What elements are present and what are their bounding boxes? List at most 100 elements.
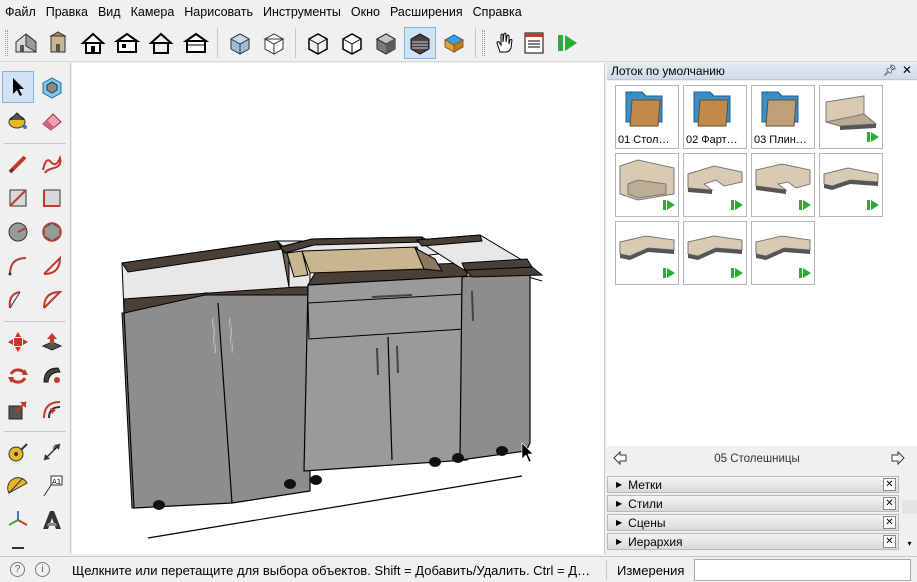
toolbar-grip[interactable]: [482, 30, 485, 56]
menu-extensions[interactable]: Расширения: [389, 0, 470, 24]
menu-camera[interactable]: Камера: [130, 0, 182, 24]
menu-draw[interactable]: Нарисовать: [183, 0, 260, 24]
status-bar: ? i Щелкните или перетащите для выбора о…: [0, 556, 917, 582]
menu-help[interactable]: Справка: [472, 0, 529, 24]
shaded-texture-style-icon[interactable]: [370, 27, 402, 59]
menu-tools[interactable]: Инструменты: [262, 0, 348, 24]
panel-title: Стили: [628, 496, 663, 511]
measurements-input[interactable]: [694, 559, 911, 581]
folder-icon: [693, 91, 731, 127]
house-iso-icon[interactable]: [10, 27, 42, 59]
component-folder[interactable]: 03 Плин…: [751, 85, 815, 149]
monochrome-style-icon[interactable]: [404, 27, 436, 59]
info-icon[interactable]: i: [35, 562, 50, 577]
wireframe-style-icon[interactable]: [258, 27, 290, 59]
tray-header[interactable]: Лоток по умолчанию 📌︎ ✕: [607, 63, 917, 80]
panel-styles[interactable]: ▶ Стили ✕: [607, 495, 899, 512]
3d-text-icon[interactable]: [36, 504, 68, 536]
svg-text:✕: ✕: [52, 446, 57, 452]
tool-separator: [4, 321, 66, 322]
scrollbar[interactable]: [902, 500, 917, 514]
arc-icon[interactable]: [2, 250, 34, 282]
component-item[interactable]: [615, 153, 679, 217]
panel-title: Сцены: [628, 515, 666, 530]
forward-arrow-icon[interactable]: [891, 450, 905, 468]
component-item[interactable]: [819, 85, 883, 149]
component-item[interactable]: [683, 221, 747, 285]
shaded-style-icon[interactable]: [336, 27, 368, 59]
component-icon[interactable]: [36, 71, 68, 103]
scale-icon[interactable]: [2, 394, 34, 426]
toolbar-grip[interactable]: [5, 30, 8, 56]
extension-play-icon[interactable]: [551, 27, 583, 59]
menu-edit[interactable]: Правка: [45, 0, 95, 24]
back-arrow-icon[interactable]: [613, 450, 627, 468]
panel-tags[interactable]: ▶ Метки ✕: [607, 476, 899, 493]
house-icon[interactable]: [77, 27, 109, 59]
component-badge: [731, 267, 743, 281]
kitchen-cabinet-model: [121, 234, 544, 539]
component-badge: [799, 267, 811, 281]
drawing-viewport[interactable]: [72, 63, 605, 554]
pie-arc-icon[interactable]: [36, 250, 68, 282]
move-icon[interactable]: [2, 326, 34, 358]
sandbox-icon[interactable]: [438, 27, 470, 59]
hidden-line-style-icon[interactable]: [302, 27, 334, 59]
paint-bucket-icon[interactable]: [2, 105, 34, 137]
panel-outliner[interactable]: ▶ Иерархия ✕: [607, 533, 899, 550]
close-icon[interactable]: ✕: [883, 497, 896, 510]
rotate-icon[interactable]: [2, 360, 34, 392]
measurements-label: Измерения: [617, 563, 685, 578]
protractor-icon[interactable]: [2, 470, 34, 502]
component-item[interactable]: [751, 153, 815, 217]
freehand-icon[interactable]: [36, 148, 68, 180]
close-icon[interactable]: ✕: [883, 535, 896, 548]
house-outline-icon[interactable]: [145, 27, 177, 59]
polygon-icon[interactable]: [36, 216, 68, 248]
component-item[interactable]: [819, 153, 883, 217]
axes-icon[interactable]: [2, 504, 34, 536]
rotated-rectangle-icon[interactable]: [36, 182, 68, 214]
three-point-arc-icon[interactable]: [36, 284, 68, 316]
house-side-icon[interactable]: [111, 27, 143, 59]
offset-icon[interactable]: [36, 394, 68, 426]
component-item[interactable]: [751, 221, 815, 285]
tape-measure-icon[interactable]: [2, 436, 34, 468]
text-icon[interactable]: A1: [36, 470, 68, 502]
menu-file[interactable]: Файл: [4, 0, 43, 24]
eraser-icon[interactable]: [36, 105, 68, 137]
model-info-icon[interactable]: [518, 27, 550, 59]
component-folder[interactable]: 02 Фарт…: [683, 85, 747, 149]
pin-icon[interactable]: 📌︎: [883, 64, 897, 77]
scroll-down-icon[interactable]: ▾: [902, 537, 917, 551]
close-icon[interactable]: ✕: [902, 63, 912, 77]
menu-view[interactable]: Вид: [97, 0, 128, 24]
components-browser: 01 Стол… 02 Фарт… 03 Плин…: [607, 81, 917, 446]
hand-pointer-icon[interactable]: [488, 27, 520, 59]
house-back-icon[interactable]: [180, 27, 212, 59]
two-point-arc-icon[interactable]: [2, 284, 34, 316]
component-item[interactable]: [683, 153, 747, 217]
house-front-icon[interactable]: [42, 27, 74, 59]
rectangle-icon[interactable]: [2, 182, 34, 214]
follow-me-icon[interactable]: [36, 360, 68, 392]
push-pull-icon[interactable]: [36, 326, 68, 358]
main-toolbar: [0, 24, 917, 62]
dimension-icon[interactable]: ✕: [36, 436, 68, 468]
component-folder[interactable]: 01 Стол…: [615, 85, 679, 149]
geolocation-icon[interactable]: ?: [10, 562, 25, 577]
circle-icon[interactable]: [2, 216, 34, 248]
close-icon[interactable]: ✕: [883, 516, 896, 529]
panel-scenes[interactable]: ▶ Сцены ✕: [607, 514, 899, 531]
select-arrow-icon[interactable]: [2, 71, 34, 103]
xray-style-icon[interactable]: [224, 27, 256, 59]
expand-arrow-icon: ▶: [616, 537, 623, 546]
component-badge: [663, 199, 675, 213]
close-icon[interactable]: ✕: [883, 478, 896, 491]
menu-window[interactable]: Окно: [350, 0, 387, 24]
lookaround-icon[interactable]: [2, 538, 34, 552]
svg-text:A1: A1: [52, 478, 61, 486]
component-item[interactable]: [615, 221, 679, 285]
pencil-icon[interactable]: [2, 148, 34, 180]
status-hint: Щелкните или перетащите для выбора объек…: [72, 563, 591, 578]
